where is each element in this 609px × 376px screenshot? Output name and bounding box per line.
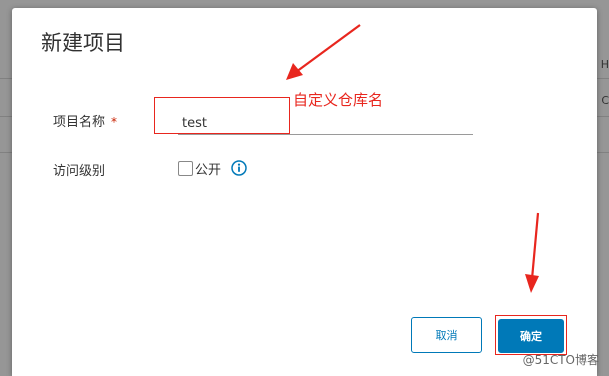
access-level-label: 访问级别 xyxy=(53,164,106,179)
public-checkbox-label[interactable]: 公开 xyxy=(195,159,221,178)
project-name-field xyxy=(178,112,473,135)
public-checkbox[interactable] xyxy=(178,161,193,176)
annotation-text: 自定义仓库名 xyxy=(293,91,384,109)
info-icon[interactable] xyxy=(231,160,247,176)
new-project-dialog: 新建项目 项目名称 * 访问级别 公开 取消 确定 xyxy=(12,8,597,376)
cancel-button[interactable]: 取消 xyxy=(411,317,482,353)
project-name-input[interactable] xyxy=(178,113,462,134)
watermark: @51CTO博客 xyxy=(522,353,599,367)
ok-button[interactable]: 确定 xyxy=(498,319,564,353)
dialog-title: 新建项目 xyxy=(41,31,125,55)
required-marker: * xyxy=(111,115,118,129)
project-name-label: 项目名称 * xyxy=(53,111,117,130)
project-name-label-text: 项目名称 xyxy=(53,115,106,130)
